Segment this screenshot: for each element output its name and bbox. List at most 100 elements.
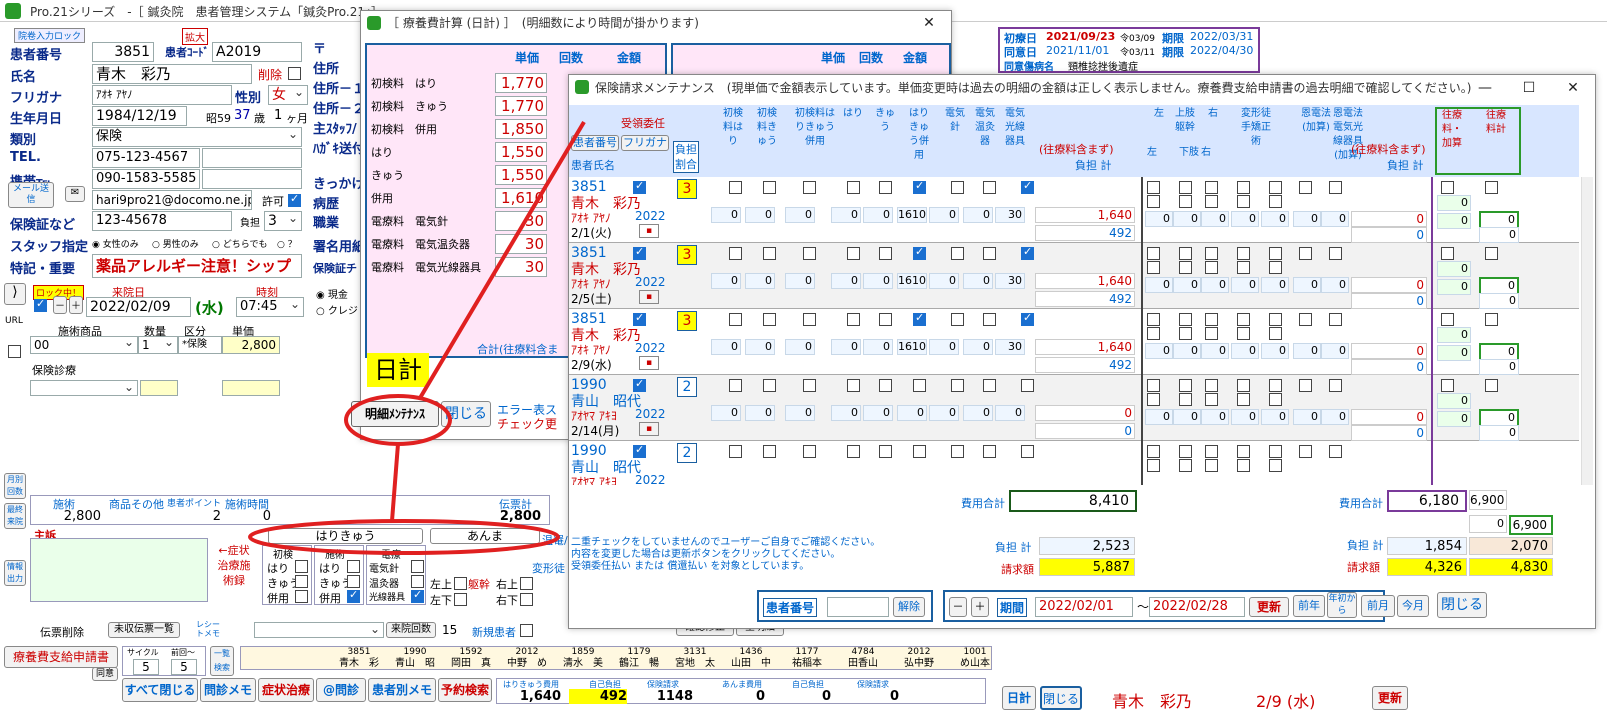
last-visit-button[interactable]: 最終来院 <box>4 503 26 529</box>
row-cb[interactable] <box>913 445 926 458</box>
row-ouryo-cb-2[interactable] <box>1485 379 1498 392</box>
row-cell-value[interactable]: 0 <box>929 207 959 223</box>
row-cb3[interactable] <box>1237 393 1250 406</box>
status-close-button[interactable]: 閉じる <box>1040 686 1082 710</box>
row-cb[interactable] <box>763 445 776 458</box>
pos-right-lower-cb[interactable] <box>520 593 533 606</box>
period-minus-button[interactable]: － <box>949 597 967 617</box>
row-cell-value[interactable]: 0 <box>785 405 815 421</box>
row-cell-value[interactable]: 0 <box>785 207 815 223</box>
period-plus-button[interactable]: ＋ <box>971 597 989 617</box>
lock-checkbox[interactable] <box>34 297 47 312</box>
shoken-kyu-cb[interactable] <box>295 575 308 588</box>
row-ouryo-value[interactable]: 0 <box>1437 261 1471 277</box>
new-patient-checkbox[interactable] <box>520 624 533 637</box>
row-cb[interactable] <box>847 445 860 458</box>
input-lock-link[interactable]: 院卷入力ロック <box>14 28 86 43</box>
row-cell2-value[interactable]: 0 <box>1321 211 1349 227</box>
row-cb2[interactable] <box>1205 181 1218 194</box>
row-cb[interactable] <box>729 247 742 260</box>
row-cell2-value[interactable]: 0 <box>1261 409 1289 425</box>
row-cb[interactable] <box>729 379 742 392</box>
row-cell-value[interactable]: 0 <box>745 405 775 421</box>
row-cell2-value[interactable]: 0 <box>1293 343 1321 359</box>
credit-radio[interactable]: ○ クレジ <box>316 302 358 317</box>
row-cb3[interactable] <box>1205 195 1218 208</box>
row-cell2-value[interactable]: 0 <box>1261 277 1289 293</box>
row-cell-value[interactable]: 0 <box>929 405 959 421</box>
notes-field[interactable]: 薬品アレルギー注意！シップ <box>92 254 302 278</box>
row-ouryo-cb[interactable] <box>1441 313 1454 326</box>
row-cb[interactable] <box>763 379 776 392</box>
row-cb[interactable] <box>951 445 964 458</box>
row-cb3[interactable] <box>1269 459 1282 472</box>
zenkai-value[interactable]: 5 <box>171 659 197 675</box>
row-ouryo-value-2[interactable]: 0 <box>1437 213 1471 229</box>
row-cb[interactable] <box>763 181 776 194</box>
row-futan-wari[interactable]: 3 <box>677 245 697 265</box>
row-cb[interactable] <box>847 379 860 392</box>
row-cb2[interactable] <box>1179 379 1192 392</box>
sejutsu-hari-cb[interactable] <box>347 560 360 573</box>
row-cb2[interactable] <box>1237 181 1250 194</box>
row-cb2[interactable] <box>1269 247 1282 260</box>
row-cb2[interactable] <box>1179 445 1192 458</box>
period-from-field[interactable]: 2022/02/01 <box>1035 597 1133 617</box>
row-cb[interactable] <box>983 379 996 392</box>
time-select[interactable]: 07:45 <box>236 297 304 317</box>
calc-row-value[interactable]: 30 <box>495 234 547 254</box>
prev-month-button[interactable]: 前月 <box>1361 595 1395 617</box>
row-cb2[interactable] <box>1269 313 1282 326</box>
row-cb2[interactable] <box>1299 247 1312 260</box>
row-delete-icon[interactable]: ▪ <box>639 224 659 238</box>
insurance-field[interactable]: 123-45678 <box>92 211 232 231</box>
shojo-chiryo-button[interactable]: 症状治療 <box>258 678 314 702</box>
row-cell2-value[interactable]: 0 <box>1201 277 1229 293</box>
row-cell2-value[interactable]: 0 <box>1261 211 1289 227</box>
row-cell-value[interactable]: 0 <box>831 207 861 223</box>
row-cb2[interactable] <box>1329 379 1342 392</box>
maint-maximize-icon[interactable]: ☐ <box>1507 75 1551 101</box>
recent-patient[interactable]: 3851 青木 彩 <box>331 647 387 669</box>
period-to-field[interactable]: 2022/02/28 <box>1149 597 1245 617</box>
row-cell2-value[interactable]: 0 <box>1231 211 1259 227</box>
row-cell2-value[interactable]: 0 <box>1293 409 1321 425</box>
row-cb2[interactable] <box>1329 181 1342 194</box>
status-refresh-button[interactable]: 更新 <box>1372 686 1408 710</box>
row-cb2[interactable] <box>1329 445 1342 458</box>
row-cb2[interactable] <box>1147 313 1160 326</box>
maint-close-icon[interactable]: ✕ <box>1551 75 1595 101</box>
period-refresh-button[interactable]: 更新 <box>1249 597 1289 617</box>
sex-select[interactable]: 女 <box>268 85 308 105</box>
calc-close-button[interactable]: 閉じる <box>441 401 491 427</box>
row-futan-wari[interactable]: 3 <box>677 179 697 199</box>
item2-price[interactable] <box>222 380 280 396</box>
denryo-onkyu-cb[interactable] <box>411 575 424 588</box>
url-toggle[interactable]: ⟩ <box>4 283 26 305</box>
row-ouryo-value[interactable]: 0 <box>1437 327 1471 343</box>
row-cb[interactable] <box>913 179 926 194</box>
visit-date-field[interactable]: 2022/02/09 <box>86 297 191 317</box>
row-cell-value[interactable]: 0 <box>711 207 741 223</box>
row-checkbox[interactable] <box>8 345 21 358</box>
row-cell2-value[interactable]: 0 <box>1231 277 1259 293</box>
row-cell-value[interactable]: 0 <box>785 339 815 355</box>
row-cb3[interactable] <box>1269 261 1282 274</box>
maint-close-button[interactable]: 閉じる <box>1437 592 1487 618</box>
row-cell-value[interactable]: 30 <box>995 273 1025 289</box>
row-cb[interactable] <box>763 313 776 326</box>
row-cell-value[interactable]: 0 <box>745 207 775 223</box>
row-cb[interactable] <box>847 247 860 260</box>
row-cb[interactable] <box>913 311 926 326</box>
cash-radio[interactable]: ◉ 現金 <box>316 286 348 301</box>
row-cb3[interactable] <box>1147 327 1160 340</box>
shoken-heiyo-cb[interactable] <box>295 590 308 603</box>
recent-patient[interactable]: 1179 鶴江 暢 <box>611 647 667 669</box>
row-cell2-value[interactable]: 0 <box>1231 409 1259 425</box>
row-cb[interactable] <box>879 313 892 326</box>
row-cb[interactable] <box>983 313 996 326</box>
this-month-button[interactable]: 今月 <box>1397 595 1429 617</box>
row-cb3[interactable] <box>1237 459 1250 472</box>
mobile-field[interactable]: 090-1583-5585 <box>92 169 200 189</box>
row-delete-icon[interactable]: ▪ <box>639 356 659 370</box>
